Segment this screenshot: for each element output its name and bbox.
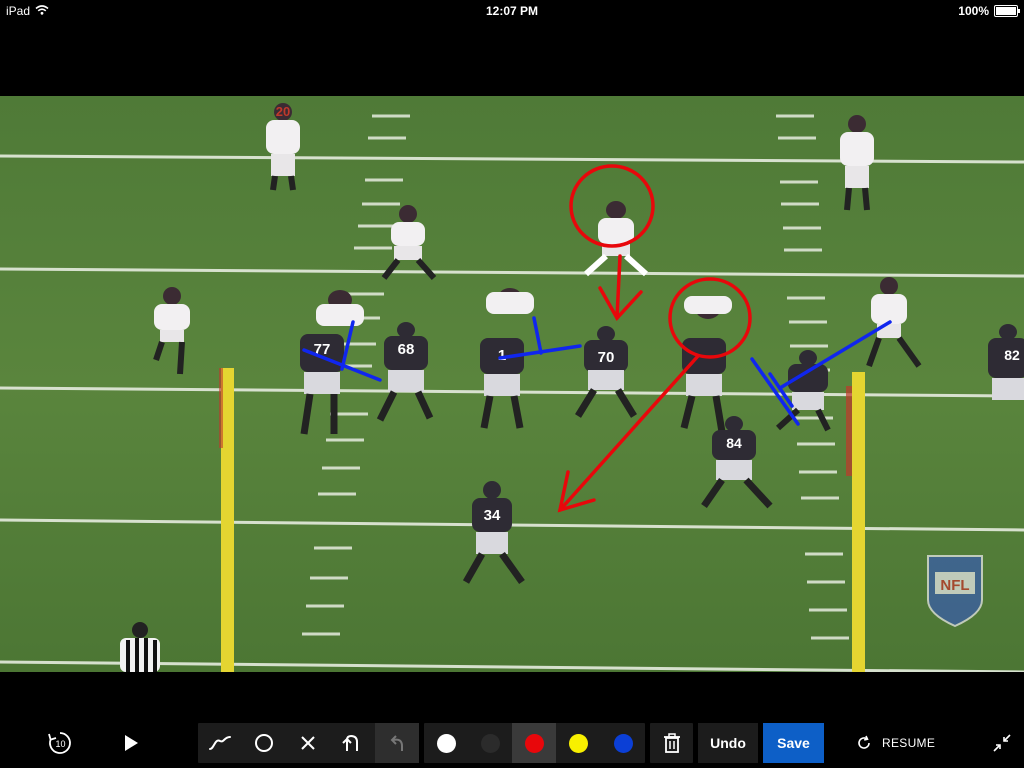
jersey-number: 82 bbox=[1004, 347, 1020, 363]
play-icon bbox=[125, 735, 138, 751]
trash-icon bbox=[663, 733, 680, 753]
jersey-number: 68 bbox=[398, 341, 415, 358]
undo-button[interactable]: Undo bbox=[698, 723, 758, 763]
tool-arrow[interactable] bbox=[330, 723, 374, 763]
video-frame[interactable]: 77 68 1 70 84 34 82 20 NFL bbox=[0, 96, 1024, 672]
circle-icon bbox=[255, 734, 273, 752]
swatch-yellow bbox=[568, 733, 588, 753]
rewind-10-button[interactable]: 10 bbox=[42, 723, 78, 763]
color-palette bbox=[424, 723, 645, 763]
nfl-logo-text: NFL bbox=[940, 577, 969, 594]
arrow-icon bbox=[342, 734, 358, 751]
resume-button[interactable]: RESUME bbox=[856, 723, 935, 763]
jersey-number: 84 bbox=[726, 435, 742, 451]
battery-percent: 100% bbox=[958, 4, 989, 18]
play-button[interactable] bbox=[116, 723, 146, 763]
color-red[interactable] bbox=[512, 723, 556, 763]
color-blue[interactable] bbox=[601, 723, 645, 763]
goal-post-right bbox=[852, 372, 865, 672]
tool-undo-arrow[interactable] bbox=[375, 723, 419, 763]
rewind-icon: 10 bbox=[48, 732, 71, 754]
swatch-blue bbox=[613, 733, 633, 753]
status-bar: iPad 12:07 PM 100% bbox=[0, 0, 1024, 22]
telestrator-toolbar: 10 Undo Save RESUME bbox=[0, 712, 1024, 768]
x-mark-icon bbox=[301, 736, 315, 750]
resume-label: RESUME bbox=[882, 736, 936, 750]
drawing-tools-group bbox=[198, 723, 419, 763]
jersey-number: 70 bbox=[598, 349, 615, 366]
swatch-red bbox=[524, 733, 544, 753]
jersey-number: 34 bbox=[484, 507, 501, 524]
freehand-line-icon bbox=[209, 736, 231, 750]
color-black[interactable] bbox=[468, 723, 512, 763]
clear-button[interactable] bbox=[650, 723, 693, 763]
rewind-seconds: 10 bbox=[55, 739, 65, 749]
refresh-icon bbox=[858, 735, 870, 749]
collapse-icon bbox=[993, 734, 1011, 752]
swatch-white bbox=[436, 733, 456, 753]
tool-x[interactable] bbox=[286, 723, 330, 763]
swatch-black bbox=[480, 733, 500, 753]
clock: 12:07 PM bbox=[485, 4, 539, 18]
save-button[interactable]: Save bbox=[763, 723, 824, 763]
color-white[interactable] bbox=[424, 723, 468, 763]
battery-icon bbox=[994, 5, 1020, 17]
collapse-button[interactable] bbox=[988, 723, 1016, 763]
tool-circle[interactable] bbox=[242, 723, 286, 763]
jersey-number: 20 bbox=[276, 104, 290, 119]
color-yellow[interactable] bbox=[556, 723, 600, 763]
nfl-logo: NFL bbox=[927, 555, 983, 628]
undo-arrow-icon bbox=[390, 735, 403, 751]
tool-freehand[interactable] bbox=[198, 723, 242, 763]
